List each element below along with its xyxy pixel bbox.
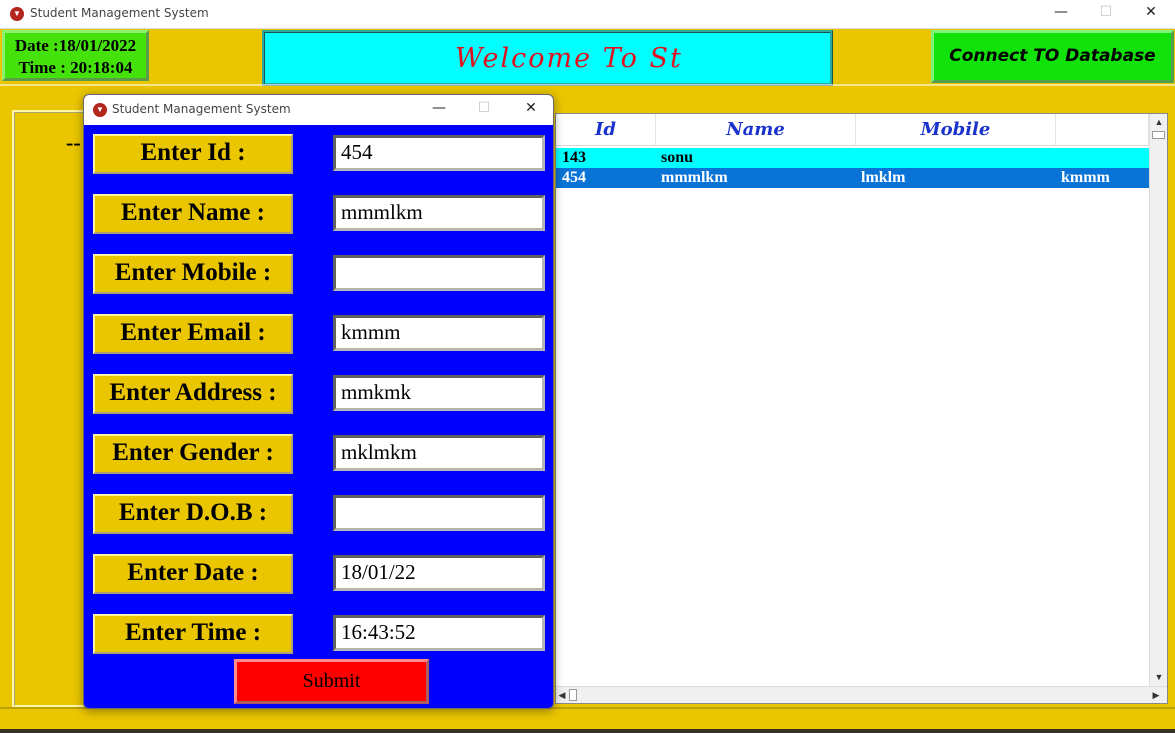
- label-time: Enter Time :: [93, 614, 293, 654]
- app-logo-icon: ▼: [10, 7, 24, 21]
- vertical-scroll-thumb[interactable]: [1152, 131, 1165, 139]
- time-input[interactable]: 16:43:52: [333, 615, 545, 651]
- horizontal-scroll-thumb[interactable]: [569, 689, 577, 701]
- cell-extra: kmmm: [1061, 169, 1110, 186]
- gender-input[interactable]: mklmkm: [333, 435, 545, 471]
- connect-database-button[interactable]: Connect TO Database: [931, 30, 1174, 83]
- close-icon[interactable]: ✕: [1136, 4, 1166, 20]
- dialog-logo-icon: ▼: [93, 103, 107, 117]
- email-input[interactable]: kmmm: [333, 315, 545, 351]
- date-label: Date :18/01/2022: [14, 36, 137, 55]
- taskbar-edge: [0, 729, 1175, 733]
- frame-divider: [0, 84, 1175, 86]
- scroll-down-icon[interactable]: ▼: [1150, 669, 1168, 685]
- scroll-right-icon[interactable]: ▶: [1149, 687, 1163, 703]
- column-header-id[interactable]: Id: [556, 114, 656, 146]
- mobile-input[interactable]: [333, 255, 545, 291]
- column-header-name[interactable]: Name: [656, 114, 856, 146]
- cell-id: 454: [562, 169, 586, 186]
- label-address: Enter Address :: [93, 374, 293, 414]
- label-name: Enter Name :: [93, 194, 293, 234]
- maximize-icon[interactable]: ☐: [1091, 4, 1121, 20]
- column-header-extra[interactable]: [1056, 114, 1149, 146]
- minimize-icon[interactable]: —: [1046, 4, 1076, 20]
- submit-button[interactable]: Submit: [234, 659, 429, 704]
- label-email: Enter Email :: [93, 314, 293, 354]
- student-table[interactable]: Id Name Mobile 143 sonu 454 mmmlkm lmklm…: [555, 113, 1168, 704]
- scroll-left-icon[interactable]: ◀: [556, 687, 568, 703]
- left-panel-partial-text: --: [66, 130, 81, 155]
- label-mobile: Enter Mobile :: [93, 254, 293, 294]
- dialog-close-icon[interactable]: ✕: [516, 100, 546, 116]
- address-input[interactable]: mmkmk: [333, 375, 545, 411]
- id-input[interactable]: 454: [333, 135, 545, 171]
- student-entry-dialog[interactable]: ▼ Student Management System — ☐ ✕ Enter …: [83, 94, 554, 709]
- dialog-title: Student Management System: [112, 102, 291, 116]
- dob-input[interactable]: [333, 495, 545, 531]
- vertical-scrollbar[interactable]: ▲ ▼: [1149, 114, 1167, 687]
- cell-mobile: lmklm: [861, 169, 906, 186]
- main-title-bar[interactable]: ▼ Student Management System — ☐ ✕: [0, 0, 1175, 29]
- cell-name: sonu: [661, 149, 694, 166]
- name-input[interactable]: mmmlkm: [333, 195, 545, 231]
- left-panel: [12, 110, 87, 708]
- datetime-display: Date :18/01/2022 Time : 20:18:04: [2, 30, 149, 81]
- table-row-selected[interactable]: 454 mmmlkm lmklm kmmm: [556, 168, 1149, 188]
- time-label: Time : 20:18:04: [18, 58, 133, 77]
- dialog-minimize-icon[interactable]: —: [424, 100, 454, 116]
- dialog-title-bar[interactable]: ▼ Student Management System — ☐ ✕: [84, 95, 553, 125]
- date-input[interactable]: 18/01/22: [333, 555, 545, 591]
- table-row[interactable]: 143 sonu: [556, 148, 1149, 168]
- scroll-up-icon[interactable]: ▲: [1150, 114, 1168, 130]
- main-window-title: Student Management System: [30, 6, 209, 20]
- label-dob: Enter D.O.B :: [93, 494, 293, 534]
- label-date: Enter Date :: [93, 554, 293, 594]
- welcome-banner: Welcome To St: [262, 30, 833, 86]
- label-gender: Enter Gender :: [93, 434, 293, 474]
- dialog-maximize-icon[interactable]: ☐: [469, 100, 499, 116]
- column-header-mobile[interactable]: Mobile: [856, 114, 1056, 146]
- label-id: Enter Id :: [93, 134, 293, 174]
- horizontal-scrollbar[interactable]: ◀ ▶: [556, 686, 1167, 703]
- cell-id: 143: [562, 149, 586, 166]
- cell-name: mmmlkm: [661, 169, 728, 186]
